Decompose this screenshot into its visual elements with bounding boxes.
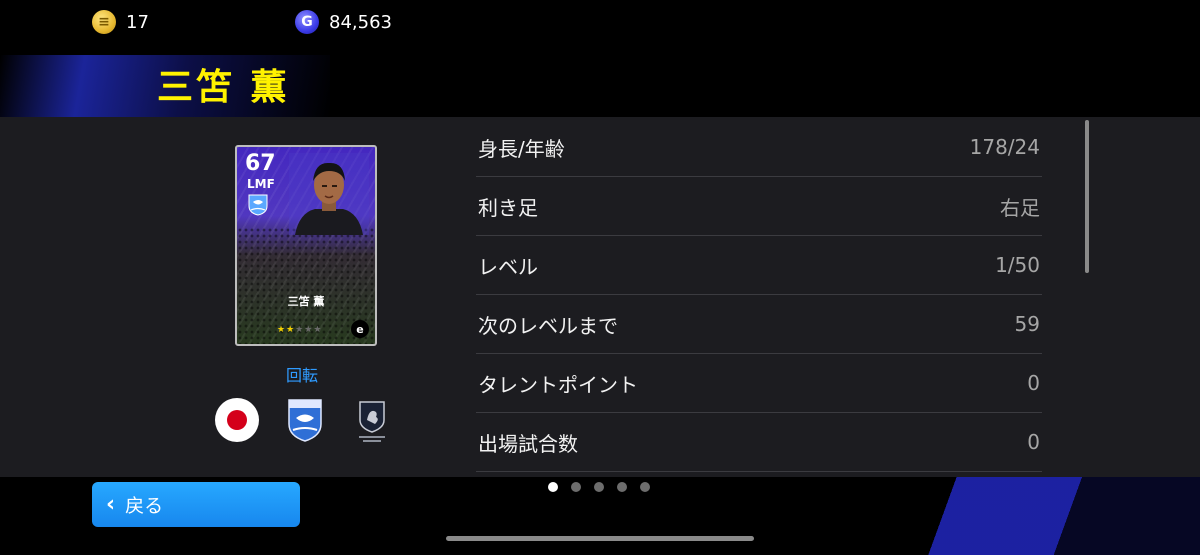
coins-display[interactable]: ≡ 17 [92,10,149,34]
japan-flag-icon[interactable] [215,398,259,442]
gp-icon: G [295,10,319,34]
stats-scrollbar[interactable] [1085,120,1089,273]
stat-label: 次のレベルまで [478,313,618,338]
stat-row: 利き足 右足 [476,177,1042,236]
player-photo [289,153,369,235]
flag-sun [227,410,247,430]
stat-label: 出場試合数 [478,431,578,456]
gp-display[interactable]: G 84,563 [295,10,392,34]
stat-value: 0 [1027,371,1040,395]
page-title: 三笘 薫 [157,67,290,108]
currency-bar: ≡ 17 G 84,563 [0,0,1200,48]
star-icon: ★ [286,325,296,335]
card-rating: 67 [245,151,276,176]
page-indicator [548,482,650,492]
stat-label: タレントポイント [478,372,638,397]
card-position: LMF [247,177,275,191]
rotate-button[interactable]: 回転 [286,362,318,386]
chevron-left-icon: ‹ [106,492,116,517]
card-player-name: 三笘 薫 [287,295,325,308]
page-dot[interactable] [571,482,581,492]
decorative-stripe [880,477,1200,555]
stat-value: 1/50 [995,253,1040,277]
stat-row: 出場試合数 0 [476,413,1042,472]
stat-row: 次のレベルまで 59 [476,295,1042,354]
star-icon: ★ [295,325,305,335]
back-button-label: 戻る [125,495,164,517]
stat-value: 0 [1027,430,1040,454]
page-dot[interactable] [594,482,604,492]
stats-list: 身長/年齢 178/24 利き足 右足 レベル 1/50 次のレベルまで 59 … [476,118,1042,472]
star-icon: ★ [313,325,323,335]
stat-label: 利き足 [478,195,538,220]
stat-value: 178/24 [969,135,1040,159]
stat-value: 59 [1014,312,1040,336]
stat-value: 右足 [1000,195,1040,220]
gp-value: 84,563 [329,11,392,33]
page-dot[interactable] [617,482,627,492]
star-icon: ★ [304,325,314,335]
stat-row: レベル 1/50 [476,236,1042,295]
efootball-logo-icon: e [351,320,369,338]
page-dot[interactable] [548,482,558,492]
home-indicator[interactable] [446,536,754,541]
page-dot[interactable] [640,482,650,492]
stat-row: 身長/年齢 178/24 [476,118,1042,177]
coins-value: 17 [126,11,149,33]
club-crest-icon[interactable] [287,398,323,442]
card-stars: ★★★★★ [277,325,322,335]
stat-label: レベル [478,254,538,279]
card-club-icon [248,194,268,216]
star-icon: ★ [277,325,287,335]
stat-row: タレントポイント 0 [476,354,1042,413]
stat-label: 身長/年齢 [478,136,565,161]
back-button[interactable]: ‹ 戻る [92,482,300,527]
player-card[interactable]: 67 LMF 三笘 薫 ★★★★★ e [235,145,377,346]
league-crest-icon[interactable] [356,398,388,444]
coin-icon: ≡ [92,10,116,34]
